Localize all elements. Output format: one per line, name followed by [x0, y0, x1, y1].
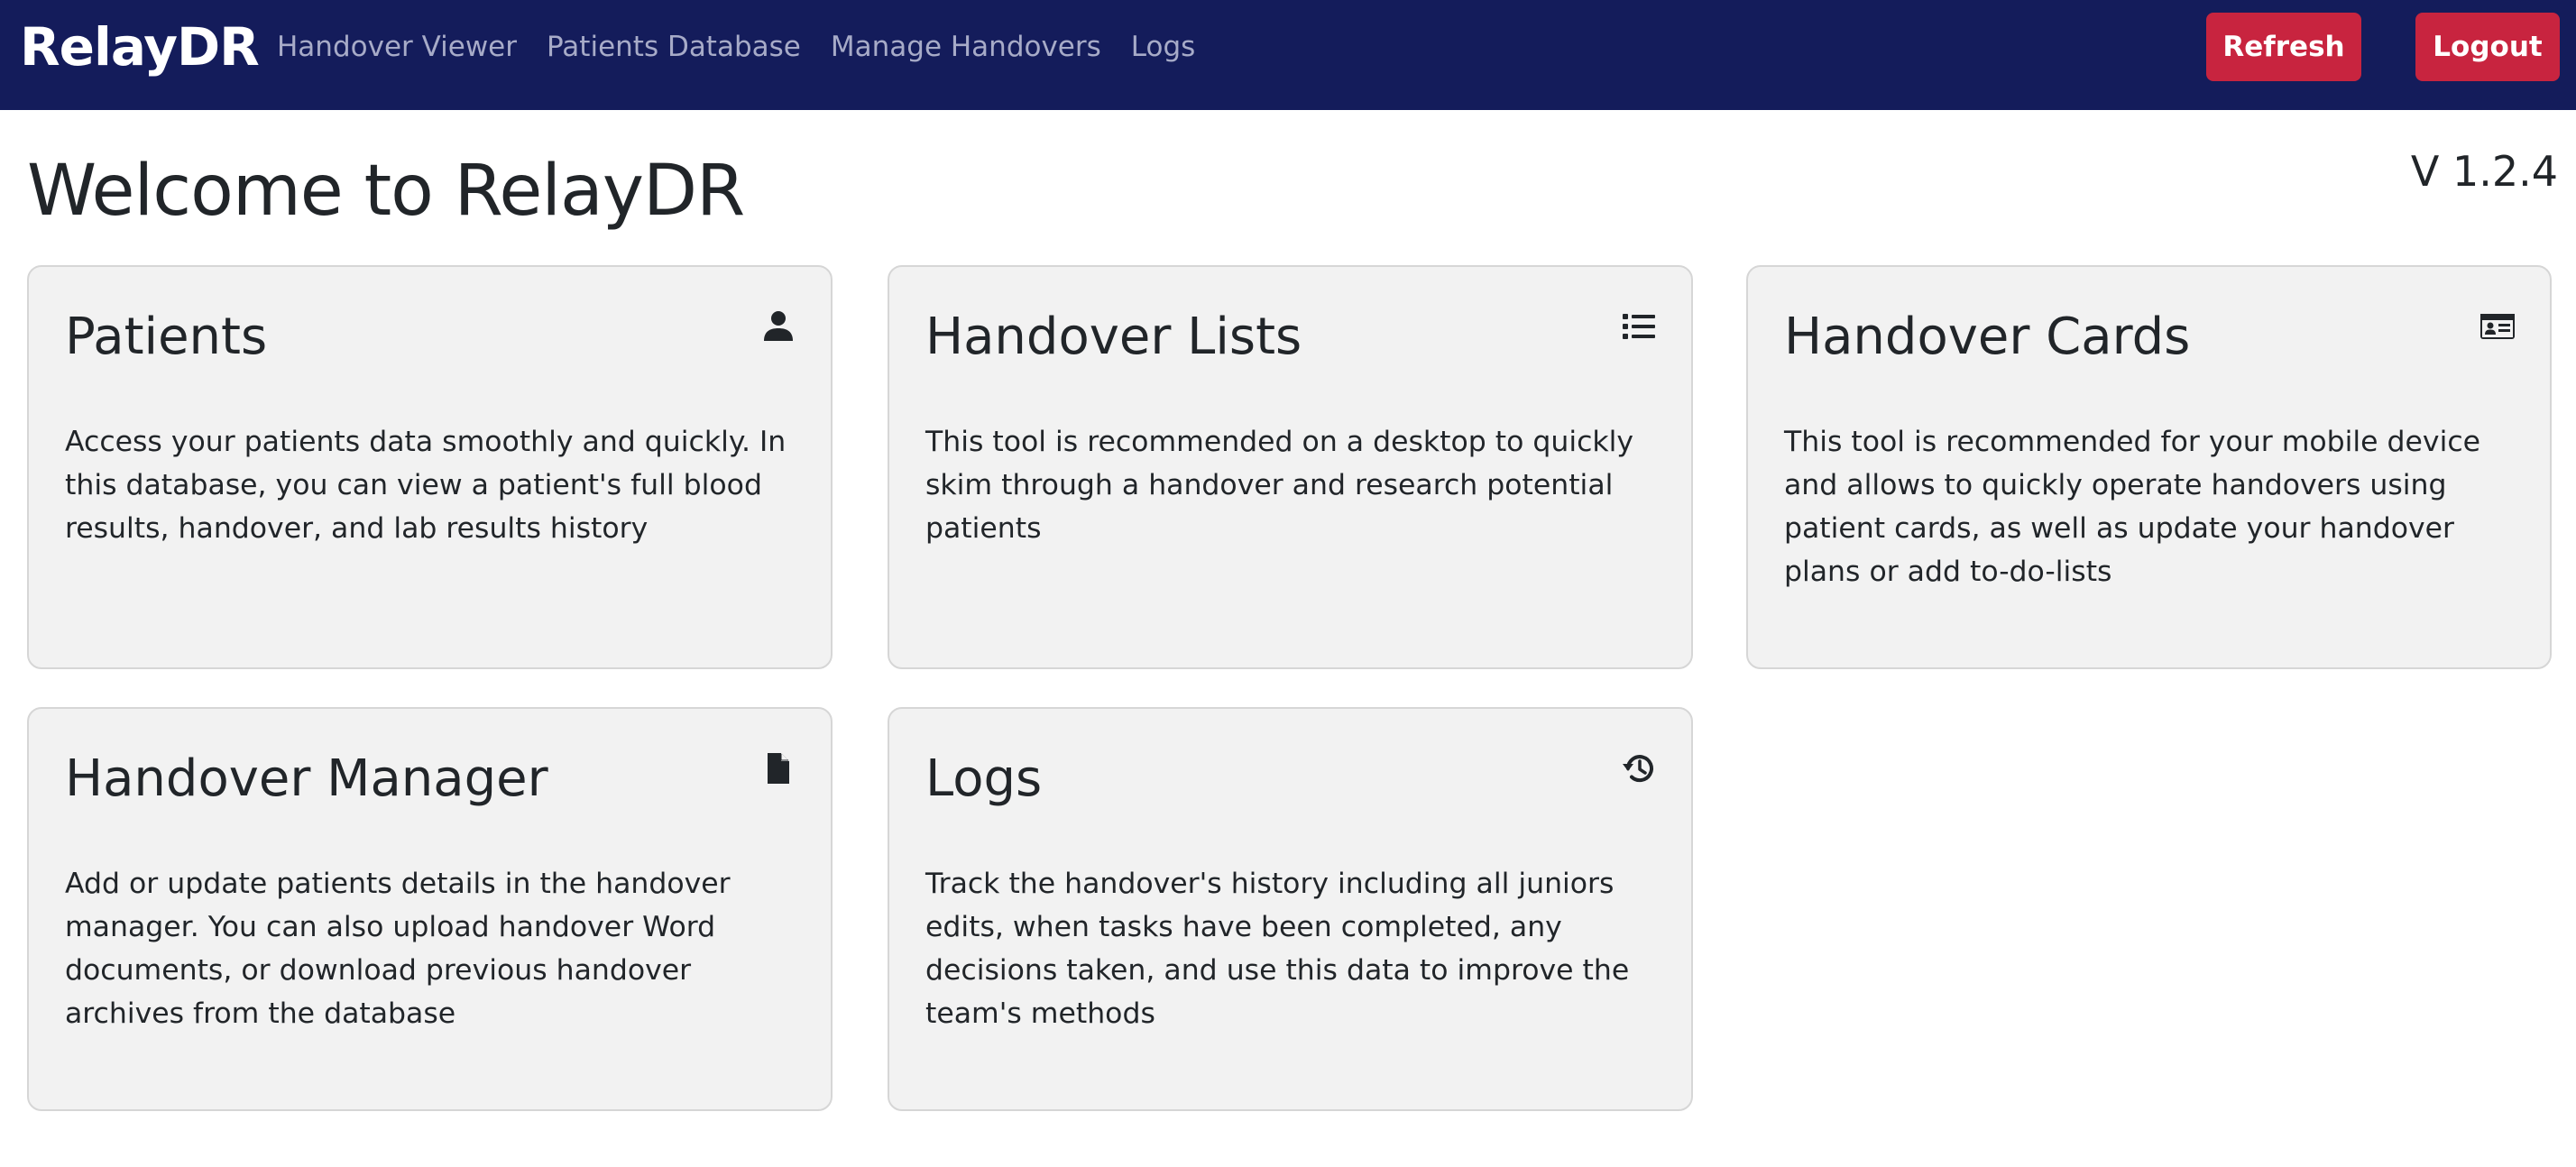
card-handover-manager[interactable]: Handover Manager Add or update patients …	[27, 707, 833, 1111]
refresh-button[interactable]: Refresh	[2206, 13, 2361, 81]
top-navbar: RelayDR Handover Viewer Patients Databas…	[0, 0, 2576, 110]
id-card-icon	[2479, 308, 2516, 345]
page-title: Welcome to RelayDR	[27, 151, 745, 232]
file-icon	[760, 750, 796, 786]
nav-link-handover-viewer[interactable]: Handover Viewer	[277, 27, 517, 67]
nav-link-manage-handovers[interactable]: Manage Handovers	[831, 27, 1101, 67]
card-title: Handover Lists	[925, 308, 1302, 366]
nav-link-patients-database[interactable]: Patients Database	[547, 27, 801, 67]
history-icon	[1621, 750, 1657, 786]
list-icon	[1621, 308, 1657, 345]
card-title: Logs	[925, 749, 1043, 808]
brand-logo[interactable]: RelayDR	[20, 13, 260, 81]
card-handover-lists[interactable]: Handover Lists This tool is recommended …	[888, 265, 1693, 669]
card-handover-cards[interactable]: Handover Cards This tool is recommended …	[1746, 265, 2552, 669]
card-title: Patients	[65, 308, 268, 366]
card-description: Add or update patients details in the ha…	[65, 868, 731, 1030]
card-description: Track the handover's history including a…	[925, 868, 1630, 1030]
card-logs[interactable]: Logs Track the handover's history includ…	[888, 707, 1693, 1111]
logout-button[interactable]: Logout	[2415, 13, 2560, 81]
nav-links: Handover Viewer Patients Database Manage…	[277, 27, 1195, 67]
card-title: Handover Manager	[65, 749, 548, 808]
person-icon	[760, 308, 796, 345]
card-title: Handover Cards	[1784, 308, 2191, 366]
card-description: Access your patients data smoothly and q…	[65, 426, 787, 545]
card-patients[interactable]: Patients Access your patients data smoot…	[27, 265, 833, 669]
version-label: V 1.2.4	[2410, 147, 2558, 196]
card-description: This tool is recommended for your mobile…	[1784, 426, 2481, 588]
nav-link-logs[interactable]: Logs	[1131, 27, 1196, 67]
card-description: This tool is recommended on a desktop to…	[925, 426, 1634, 545]
